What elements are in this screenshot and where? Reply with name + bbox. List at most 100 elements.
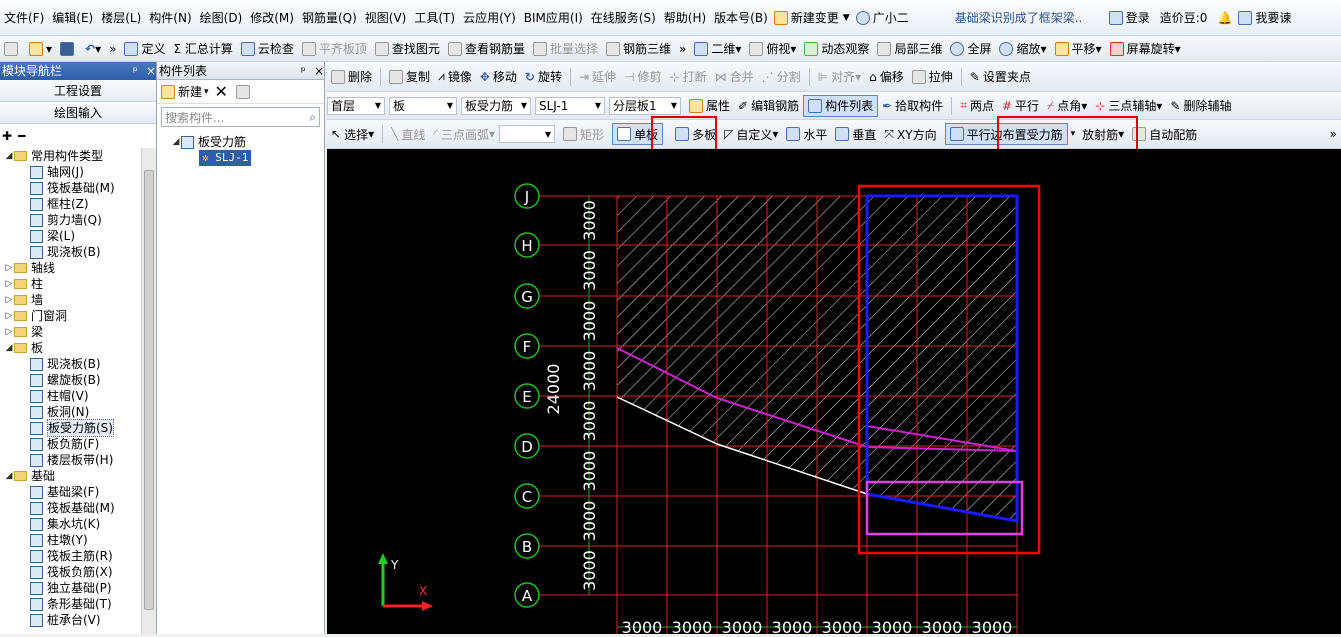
copy-component-icon[interactable]	[235, 84, 250, 99]
menu-cloud[interactable]: 云应用(Y)	[459, 0, 520, 35]
tree-folder[interactable]: ▷ 门窗洞	[0, 308, 140, 324]
menu-edit[interactable]: 编辑(E)	[48, 0, 97, 35]
rectangle-button[interactable]: 矩形	[559, 123, 608, 145]
tree-item[interactable]: 框柱(Z)	[0, 196, 140, 212]
tree-item[interactable]: 板洞(N)	[0, 404, 140, 420]
tree-item[interactable]: 筏板主筋(R)	[0, 548, 140, 564]
tree-toggle-icon[interactable]: ◢	[4, 468, 14, 484]
type-select[interactable]: 板受力筋 ▼	[461, 96, 531, 115]
tree-toggle-icon[interactable]: ◢	[4, 148, 14, 164]
layer-select[interactable]: 分层板1 ▼	[609, 96, 681, 115]
toolbar-overflow-3[interactable]: »	[1326, 123, 1341, 145]
offset-button[interactable]: ⌂ 偏移	[865, 66, 908, 88]
cad-drawing[interactable]: 24000 J H G F E D C B A 3000 3000 3000 3000 3000 3000…	[327, 149, 1341, 637]
local-3d-button[interactable]: 局部三维	[873, 38, 946, 60]
tree-folder[interactable]: ◢ 基础	[0, 468, 140, 484]
tree-folder[interactable]: ▷ 柱	[0, 276, 140, 292]
cloud-check-button[interactable]: 云检查	[237, 38, 298, 60]
view-rebar-qty-button[interactable]: 查看钢筋量	[444, 38, 529, 60]
menu-help[interactable]: 帮助(H)	[660, 0, 710, 35]
tree-folder[interactable]: ▷ 梁	[0, 324, 140, 340]
tree-item[interactable]: 柱帽(V)	[0, 388, 140, 404]
pin-icon[interactable]: ᵖ	[133, 64, 138, 78]
tree-item[interactable]: 板受力筋(S)	[0, 419, 140, 437]
delete-component-icon[interactable]: ✕	[215, 82, 228, 101]
tree-item[interactable]: 现浇板(B)	[0, 244, 140, 260]
vertical-button[interactable]: 垂直	[831, 123, 880, 145]
extend-button[interactable]: ⇥ 延伸	[575, 66, 620, 88]
menu-rebar-qty[interactable]: 钢筋量(Q)	[298, 0, 361, 35]
menu-floor[interactable]: 楼层(L)	[97, 0, 145, 35]
set-grip-button[interactable]: ✎ 设置夹点	[966, 66, 1035, 88]
tree-item[interactable]: 梁(L)	[0, 228, 140, 244]
tree-toggle-icon[interactable]: ▷	[4, 276, 14, 292]
three-point-axis-button[interactable]: ⊹ 三点辅轴 ▾	[1091, 95, 1166, 117]
toolbar-overflow[interactable]: »	[105, 38, 120, 60]
component-search-input[interactable]: 搜索构件... ⌕	[161, 107, 320, 127]
menu-component[interactable]: 构件(N)	[145, 0, 195, 35]
mirror-button[interactable]: ⩘ 镜像	[434, 66, 476, 88]
tree-item[interactable]: 螺旋板(B)	[0, 372, 140, 388]
rebar-3d-button[interactable]: 钢筋三维	[602, 38, 675, 60]
select-button[interactable]: ↖ 选择 ▾	[327, 123, 378, 145]
menu-file[interactable]: 文件(F)	[0, 0, 48, 35]
pan-button[interactable]: 平移 ▾	[1051, 38, 1106, 60]
drawing-canvas[interactable]: 24000 J H G F E D C B A 3000 3000 3000 3000 3000 3000…	[327, 149, 1341, 637]
toolbar-overflow-2[interactable]: »	[675, 38, 690, 60]
component-tree-root[interactable]: ◢ 板受力筋	[171, 134, 324, 150]
tree-expand-icon[interactable]: ◢	[171, 134, 181, 150]
component-list-button[interactable]: 构件列表	[803, 94, 879, 117]
arc-button[interactable]: ◜ 三点画弧 ▾	[429, 123, 499, 145]
tree-item[interactable]: 条形基础(T)	[0, 596, 140, 612]
menu-online[interactable]: 在线服务(S)	[587, 0, 660, 35]
split-button[interactable]: ⋰ 分割	[758, 66, 805, 88]
align-top-button[interactable]: 平齐板顶	[298, 38, 371, 60]
arc-option-select[interactable]: ▼	[499, 125, 556, 143]
copy-button[interactable]: 复制	[385, 66, 434, 88]
new-dropdown-icon[interactable]: ▾	[204, 87, 209, 97]
floor-select[interactable]: 首层 ▼	[327, 96, 385, 115]
find-element-button[interactable]: 查找图元	[371, 38, 444, 60]
nav-scrollbar[interactable]	[141, 148, 156, 634]
dynamic-orbit-button[interactable]: 动态观察	[800, 38, 873, 60]
expand-all-icon[interactable]: ✚	[2, 129, 12, 143]
open-button[interactable]: ▾	[25, 38, 56, 60]
tree-item[interactable]: 剪力墙(Q)	[0, 212, 140, 228]
define-button[interactable]: 定义	[120, 38, 169, 60]
tree-item[interactable]: 轴网(J)	[0, 164, 140, 180]
menu-guangxiaoer[interactable]: 广小二	[873, 0, 913, 35]
summary-calc-button[interactable]: Σ 汇总计算	[169, 38, 236, 60]
chevron-down-icon[interactable]: ▼	[843, 13, 850, 23]
close-icon-2[interactable]: ×	[314, 64, 324, 78]
menu-version[interactable]: 版本号(B)	[710, 0, 772, 35]
menu-bim[interactable]: BIM应用(I)	[520, 0, 587, 35]
properties-button[interactable]: 属性	[685, 95, 734, 117]
tree-item[interactable]: 板负筋(F)	[0, 436, 140, 452]
tree-item[interactable]: 柱墩(Y)	[0, 532, 140, 548]
menu-tools[interactable]: 工具(T)	[410, 0, 459, 35]
point-angle-button[interactable]: ⌿ 点角 ▾	[1043, 95, 1091, 117]
xy-direction-button[interactable]: ⤧ XY方向	[880, 123, 940, 145]
tree-folder[interactable]: ▷ 墙	[0, 292, 140, 308]
menu-modify[interactable]: 修改(M)	[246, 0, 298, 35]
bell-icon[interactable]: 🔔	[1217, 11, 1232, 25]
tree-item[interactable]: 集水坑(K)	[0, 516, 140, 532]
project-settings-button[interactable]: 工程设置	[0, 80, 156, 102]
menu-view[interactable]: 视图(V)	[361, 0, 411, 35]
close-icon[interactable]: ×	[146, 64, 156, 78]
pin-icon-2[interactable]: ᵖ	[301, 64, 306, 78]
undo-button[interactable]: ↶ ▾	[81, 38, 105, 60]
tree-item[interactable]: 基础梁(F)	[0, 484, 140, 500]
tree-folder[interactable]: ◢ 板	[0, 340, 140, 356]
tree-folder[interactable]: ◢ 常用构件类型	[0, 148, 140, 164]
collapse-all-icon[interactable]: ━	[18, 129, 25, 143]
tree-item[interactable]: 筏板基础(M)	[0, 500, 140, 516]
tree-item[interactable]: 现浇板(B)	[0, 356, 140, 372]
new-file-button[interactable]	[0, 38, 25, 60]
edit-rebar-button[interactable]: ✐ 编辑钢筋	[734, 95, 803, 117]
trim-button[interactable]: ⊣ 修剪	[620, 66, 665, 88]
menu-draw[interactable]: 绘图(D)	[196, 0, 247, 35]
pick-component-button[interactable]: ✒ 拾取构件	[878, 95, 947, 117]
top-view-button[interactable]: 俯视 ▾	[745, 38, 800, 60]
ask-link[interactable]: 我要谏	[1255, 9, 1291, 26]
